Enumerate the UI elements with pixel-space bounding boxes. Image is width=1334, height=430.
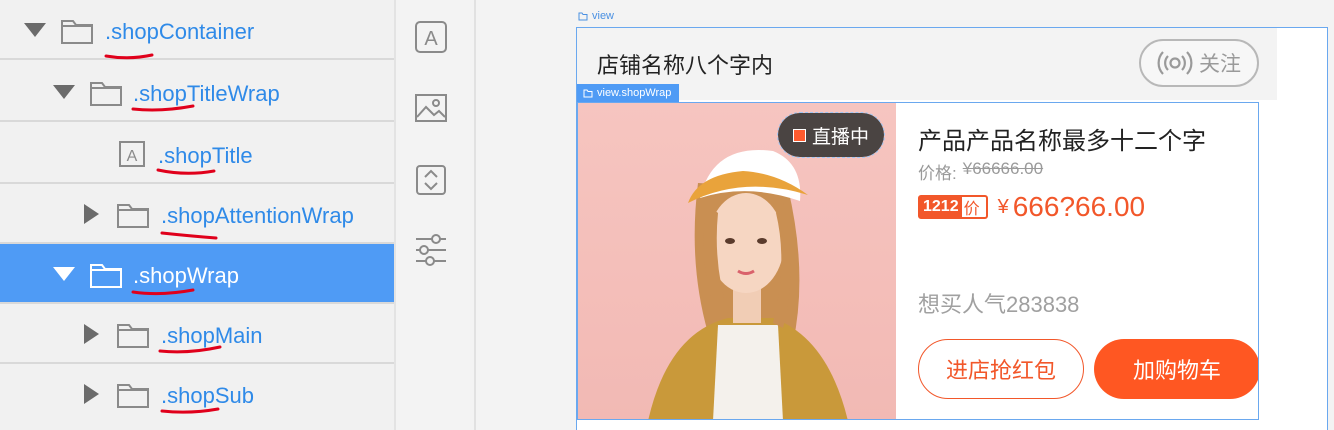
original-price-row: 价格: ¥66666.00 bbox=[918, 159, 1043, 184]
folder-icon bbox=[89, 79, 123, 107]
red-underline bbox=[156, 168, 216, 175]
currency-symbol: ¥ bbox=[997, 195, 1009, 218]
original-price: ¥66666.00 bbox=[962, 159, 1044, 178]
folder-icon bbox=[116, 201, 150, 229]
live-badge: 直播中 bbox=[777, 112, 885, 158]
red-underline bbox=[158, 345, 222, 354]
red-underline bbox=[160, 407, 220, 414]
folder-icon bbox=[583, 89, 593, 97]
settings-sliders-icon[interactable] bbox=[413, 232, 449, 268]
expand-arrow-icon[interactable] bbox=[80, 184, 102, 244]
tree-item-shop-title[interactable]: A .shopTitle bbox=[0, 124, 394, 184]
tree-item-shop-title-wrap[interactable]: .shopTitleWrap bbox=[0, 62, 394, 122]
promo-number: 1212 bbox=[920, 197, 962, 217]
follow-label: 关注 bbox=[1199, 53, 1241, 76]
expand-arrow-icon[interactable] bbox=[53, 62, 75, 122]
expand-arrow-icon[interactable] bbox=[53, 244, 75, 304]
element-toolbar: A bbox=[396, 0, 476, 430]
folder-icon bbox=[116, 381, 150, 409]
view-label: view bbox=[578, 10, 614, 22]
tree-item-shop-sub[interactable]: .shopSub bbox=[0, 364, 394, 424]
enter-shop-button[interactable]: 进店抢红包 bbox=[918, 339, 1084, 399]
popularity-text: 想买人气283838 bbox=[918, 292, 1080, 317]
expand-arrow-icon[interactable] bbox=[24, 0, 46, 60]
live-signal-icon bbox=[1157, 51, 1193, 75]
tree-item-shop-wrap[interactable]: .shopWrap bbox=[0, 244, 394, 304]
red-underline bbox=[160, 231, 218, 240]
svg-text:A: A bbox=[127, 148, 138, 165]
shop-wrap[interactable]: 直播中 产品产品名称最多十二个字 价格: ¥66666.00 1212 价 ¥ … bbox=[577, 102, 1259, 420]
folder-icon bbox=[60, 17, 94, 45]
layer-tree-panel: .shopContainer .shopTitleWrap A .shopTit… bbox=[0, 0, 396, 430]
product-image[interactable]: 直播中 bbox=[578, 103, 896, 419]
shop-title-wrap[interactable]: 店铺名称八个字内 关注 bbox=[577, 28, 1277, 100]
scroll-tool-icon[interactable] bbox=[413, 162, 449, 198]
red-underline bbox=[131, 104, 195, 112]
follow-button[interactable]: 关注 bbox=[1139, 39, 1259, 87]
promo-price-row: 1212 价 ¥ 666?66.00 bbox=[918, 191, 1145, 223]
svg-text:A: A bbox=[424, 28, 438, 50]
red-underline bbox=[131, 288, 195, 296]
product-name: 产品产品名称最多十二个字 bbox=[918, 128, 1206, 155]
promo-tag: 1212 价 bbox=[918, 195, 988, 219]
text-tool-icon[interactable]: A bbox=[413, 19, 449, 55]
promo-suffix: 价 bbox=[963, 201, 980, 218]
folder-icon bbox=[89, 261, 123, 289]
view-container[interactable]: 店铺名称八个字内 关注 view.shopWrap 直播中 产品产品名称最多十二… bbox=[576, 27, 1328, 430]
shopwrap-tag-text: view.shopWrap bbox=[597, 87, 672, 99]
live-dot-icon bbox=[792, 128, 806, 142]
image-tool-icon[interactable] bbox=[413, 90, 449, 126]
folder-icon bbox=[116, 321, 150, 349]
sale-price: 666?66.00 bbox=[1012, 191, 1146, 222]
shop-title: 店铺名称八个字内 bbox=[597, 53, 774, 78]
design-canvas: view 店铺名称八个字内 关注 view.shopWrap 直播中 产品产品名… bbox=[478, 0, 1334, 430]
price-label: 价格: bbox=[918, 164, 957, 183]
app-root: .shopContainer .shopTitleWrap A .shopTit… bbox=[0, 0, 1334, 430]
shop-sub: 产品产品名称最多十二个字 价格: ¥66666.00 1212 价 ¥ 666?… bbox=[918, 103, 1258, 419]
tree-item-shop-attention-wrap[interactable]: .shopAttentionWrap bbox=[0, 184, 394, 244]
shopwrap-tag: view.shopWrap bbox=[577, 84, 680, 102]
live-badge-text: 直播中 bbox=[811, 126, 869, 148]
tree-item-shop-main[interactable]: .shopMain bbox=[0, 304, 394, 364]
red-underline bbox=[104, 53, 154, 60]
folder-icon bbox=[578, 12, 588, 20]
tree-item-shop-container[interactable]: .shopContainer bbox=[0, 0, 394, 60]
view-label-text: view bbox=[592, 10, 615, 22]
add-to-cart-button[interactable]: 加购物车 bbox=[1094, 339, 1258, 399]
expand-arrow-icon[interactable] bbox=[80, 304, 102, 364]
text-element-icon: A bbox=[118, 140, 146, 168]
expand-arrow-icon[interactable] bbox=[80, 364, 102, 424]
